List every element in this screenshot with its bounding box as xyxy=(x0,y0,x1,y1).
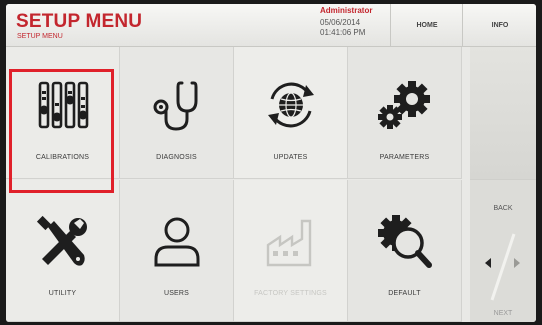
parameters-tile[interactable]: PARAMETERS xyxy=(348,47,462,179)
factory-icon xyxy=(266,219,312,267)
user-info: Administrator 05/06/2014 01:41:06 PM xyxy=(320,6,386,44)
default-tile[interactable]: DEFAULT xyxy=(348,180,462,322)
setup-screen: SETUP MENU SETUP MENU Administrator 05/0… xyxy=(6,4,536,322)
tile-label: PARAMETERS xyxy=(379,154,430,161)
gears-icon xyxy=(378,81,430,129)
current-time: 01:41:06 PM xyxy=(320,28,366,37)
selection-highlight xyxy=(9,69,114,193)
home-button[interactable]: HOME xyxy=(390,4,463,46)
tile-label: DEFAULT xyxy=(388,290,421,297)
current-date: 05/06/2014 xyxy=(320,18,361,27)
back-button[interactable]: BACK xyxy=(470,205,536,212)
page-title: SETUP MENU xyxy=(16,11,143,32)
tile-label: DIAGNOSIS xyxy=(156,154,197,161)
nav-panel-top xyxy=(470,47,536,180)
user-role: Administrator xyxy=(320,6,373,15)
diagnosis-tile[interactable]: DIAGNOSIS xyxy=(120,47,234,179)
info-button[interactable]: INFO xyxy=(462,4,536,46)
tools-icon xyxy=(36,215,87,266)
navigation-column: BACK NEXT xyxy=(470,47,536,322)
gear-magnifier-icon xyxy=(378,215,432,268)
tile-label: FACTORY SETTINGS xyxy=(254,290,327,297)
tile-label: UPDATES xyxy=(273,154,308,161)
user-icon xyxy=(154,217,200,267)
updates-tile[interactable]: UPDATES xyxy=(234,47,348,179)
sync-globe-icon xyxy=(268,82,314,128)
page-subtitle: SETUP MENU xyxy=(17,33,63,40)
next-arrow-icon[interactable] xyxy=(512,257,522,269)
next-button[interactable]: NEXT xyxy=(470,310,536,317)
tile-label: USERS xyxy=(163,290,190,297)
utility-tile[interactable]: UTILITY xyxy=(6,180,120,322)
header-bar: SETUP MENU SETUP MENU Administrator 05/0… xyxy=(6,4,536,47)
stethoscope-icon xyxy=(153,81,198,131)
tile-label: UTILITY xyxy=(48,290,77,297)
previous-arrow-icon[interactable] xyxy=(483,257,493,269)
factory-settings-tile: FACTORY SETTINGS xyxy=(234,180,348,322)
users-tile[interactable]: USERS xyxy=(120,180,234,322)
